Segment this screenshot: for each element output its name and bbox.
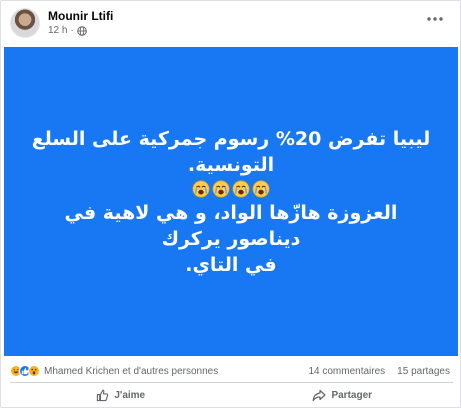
text-post-background: ليبيا تفرض 20% رسوم جمركية على السلع الت… bbox=[4, 47, 458, 356]
like-label: J'aime bbox=[114, 389, 146, 401]
emoji-row bbox=[192, 180, 270, 198]
shares-count[interactable]: 15 partages bbox=[397, 366, 450, 377]
comments-count[interactable]: 14 commentaires bbox=[308, 366, 385, 377]
divider bbox=[10, 382, 453, 383]
globe-icon bbox=[77, 25, 87, 36]
wow-icon bbox=[28, 365, 40, 377]
share-label: Partager bbox=[331, 389, 373, 401]
post-text-headline: ليبيا تفرض 20% رسوم جمركية على السلع الت… bbox=[31, 127, 431, 176]
share-arrow-icon bbox=[313, 389, 327, 401]
like-button[interactable]: J'aime bbox=[10, 384, 232, 406]
engagement-counts: 14 commentaires 15 partages bbox=[308, 366, 450, 377]
post-actions: J'aime Partager bbox=[10, 384, 453, 406]
meta-separator: · bbox=[70, 25, 74, 36]
more-options-button[interactable] bbox=[424, 11, 446, 27]
crying-face-icon bbox=[252, 180, 270, 197]
post-text-comment: العزوزة هازّها الواد، و هي لاهية في دينا… bbox=[64, 201, 398, 276]
share-button[interactable]: Partager bbox=[232, 384, 454, 406]
reactors-text[interactable]: Mhamed Krichen et d'autres personnes bbox=[44, 366, 218, 377]
crying-face-icon bbox=[192, 180, 210, 197]
more-horizontal-icon bbox=[427, 17, 443, 21]
thumbs-up-icon bbox=[97, 389, 109, 401]
reaction-icons[interactable] bbox=[10, 365, 40, 377]
author-name[interactable]: Mounir Ltifi bbox=[48, 9, 113, 24]
post-card: Mounir Ltifi 12 h · ليبيا تفرض 20% رسوم … bbox=[0, 0, 461, 408]
post-header: Mounir Ltifi 12 h · bbox=[10, 6, 113, 40]
post-meta: 12 h · bbox=[48, 24, 113, 37]
crying-face-icon bbox=[212, 180, 230, 197]
post-time[interactable]: 12 h bbox=[48, 24, 67, 37]
crying-face-icon bbox=[232, 180, 250, 197]
avatar[interactable] bbox=[10, 8, 40, 38]
reactions-bar: Mhamed Krichen et d'autres personnes 14 … bbox=[10, 363, 450, 379]
author-block: Mounir Ltifi 12 h · bbox=[48, 9, 113, 37]
